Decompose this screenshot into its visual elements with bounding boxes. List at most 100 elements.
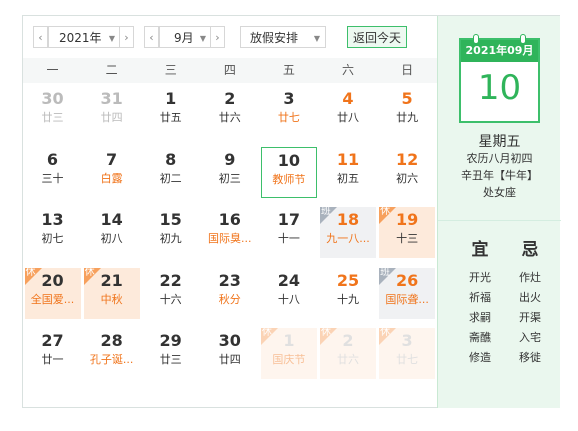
day-cell[interactable]: 6 三十 [25,147,81,198]
day-number: 3 [283,89,295,108]
next-month-button[interactable]: › [210,26,225,48]
auspicious-item: 斋醮 [469,331,491,344]
lunar-day-label: 初九 [159,232,182,245]
lunar-day-label: 廿五 [159,111,182,124]
day-cell[interactable]: 休 2 廿六 [320,327,376,379]
weekday-label: 六 [342,63,355,77]
inauspicious-item: 入宅 [519,331,541,344]
prev-year-button[interactable]: ‹ [33,26,48,48]
day-cell-today[interactable]: 10 教师节 [260,146,317,198]
day-cell[interactable]: 22 十六 [143,268,199,319]
day-cell[interactable]: 休 21 中秋 [83,267,140,319]
day-cell[interactable]: 23 秋分 [202,268,258,319]
day-cell[interactable]: 休 20 全国爱... [24,267,81,319]
day-cell[interactable]: 2 廿六 [202,86,258,137]
day-number: 5 [401,89,413,108]
chevron-left-icon: ‹ [38,30,43,44]
day-cell[interactable]: 31 廿四 [84,86,140,137]
back-to-today-button[interactable]: 返回今天 [347,26,407,48]
day-cell[interactable]: 8 初二 [143,147,199,198]
festival-label: 教师节 [272,172,306,186]
next-year-button[interactable]: › [119,26,134,48]
calendar-page-icon: 2021年09月 10 [459,34,540,123]
holiday-value: 放假安排 [250,30,299,45]
day-number: 23 [218,270,241,290]
day-number: 17 [277,210,301,229]
lunar-day-label: 廿七 [396,353,419,366]
day-number: 12 [395,149,419,169]
lunar-day-label: 廿九 [396,111,419,124]
lunar-day-label: 初七 [41,232,64,245]
day-number: 6 [46,149,59,169]
day-cell[interactable]: 27 廿一 [25,328,81,379]
day-cell[interactable]: 1 廿五 [143,86,199,137]
day-cell[interactable]: 休 1 国庆节 [260,327,317,379]
lunar-day-label: 十八 [277,292,300,306]
auspicious-item: 开光 [469,271,491,284]
weekday-label: 日 [401,63,414,77]
chevron-left-icon: ‹ [149,30,154,44]
divider [438,220,561,221]
day-number: 25 [336,270,360,290]
selected-day-number: 10 [477,68,522,108]
festival-label: 国际聋... [385,292,429,306]
festival-label: 国庆节 [272,353,306,366]
festival-label: 秋分 [218,292,241,306]
day-number: 4 [342,89,354,108]
day-cell[interactable]: 28 孔子诞... [84,328,140,379]
inauspicious-item: 出火 [519,291,541,304]
selected-month-header: 2021年09月 [461,40,538,62]
inauspicious-item: 移徙 [519,351,541,364]
auspicious-list: 宜 开光 祈福 求嗣 斋醮 修造 [460,238,500,368]
day-cell[interactable]: 3 廿七 [261,86,317,137]
ganzhi-year: 辛丑年【牛年】 [461,169,538,182]
day-number: 16 [218,210,241,229]
lunar-date: 农历八月初四 [466,152,533,165]
day-cell[interactable]: 4 廿八 [320,86,376,137]
day-cell[interactable]: 17 十一 [261,207,317,258]
day-cell[interactable]: 班 18 九一八... [320,206,376,258]
day-cell[interactable]: 30 廿四 [202,328,258,379]
lunar-day-label: 廿一 [41,353,64,366]
day-cell[interactable]: 30 廿三 [25,86,81,137]
lunar-day-label: 十三 [396,232,419,245]
lunar-day-label: 廿四 [218,353,241,366]
month-value: 9月 [174,30,194,45]
day-number: 8 [165,149,177,169]
lunar-day-label: 十九 [337,292,359,306]
day-number: 24 [277,270,301,290]
corner-badge-label: 休 [380,206,391,217]
holiday-select[interactable]: 放假安排 ▼ [240,26,326,48]
day-cell[interactable]: 11 初五 [320,147,376,198]
lunar-day-label: 初六 [396,171,419,185]
day-cell[interactable]: 16 国际臭... [202,207,258,258]
prev-month-button[interactable]: ‹ [144,26,159,48]
day-number: 31 [100,89,123,108]
inauspicious-list: 忌 作灶 出火 开渠 入宅 移徙 [510,238,550,368]
day-cell[interactable]: 12 初六 [379,147,435,198]
day-number: 11 [336,149,360,169]
day-number: 7 [106,149,118,169]
day-cell[interactable]: 13 初七 [25,207,81,258]
day-cell[interactable]: 24 十八 [261,268,317,319]
weekday-label: 五 [282,63,295,77]
day-number: 14 [100,210,123,229]
day-cell[interactable]: 休 19 十三 [379,206,436,258]
day-cell[interactable]: 5 廿九 [379,86,435,137]
day-cell[interactable]: 9 初三 [202,147,258,198]
day-cell[interactable]: 14 初八 [84,207,140,258]
day-number: 28 [100,331,123,350]
month-select[interactable]: 9月 ▼ [159,26,212,48]
lunar-day-label: 廿八 [337,111,359,124]
corner-badge-label: 班 [380,266,391,278]
day-cell[interactable]: 29 廿三 [143,328,199,379]
year-select[interactable]: 2021年 ▼ [48,26,121,48]
day-cell[interactable]: 班 26 国际聋... [379,266,436,319]
day-cell[interactable]: 休 3 廿七 [379,327,436,379]
lunar-day-label: 初二 [159,171,182,185]
day-number: 13 [41,210,64,229]
day-cell[interactable]: 25 十九 [320,268,376,319]
day-cell[interactable]: 15 初九 [143,207,199,258]
day-cell[interactable]: 7 白露 [84,147,140,198]
lunar-day-label: 廿四 [100,111,123,124]
